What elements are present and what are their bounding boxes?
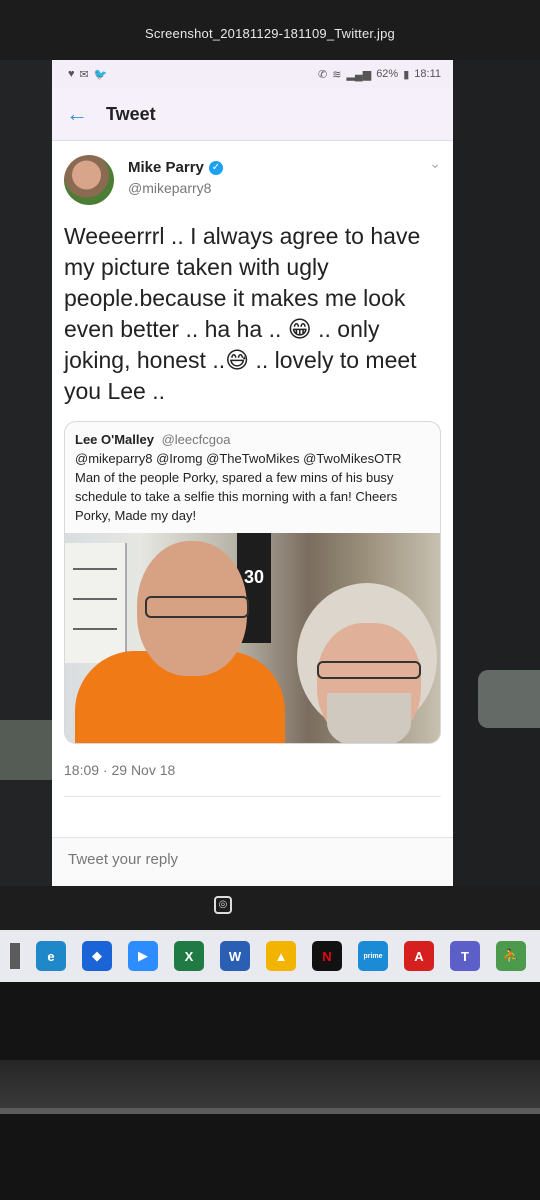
chevron-down-icon[interactable]: ⌄ (429, 155, 441, 172)
monitor-top-bezel: Screenshot_20181129-181109_Twitter.jpg (0, 0, 540, 60)
laptop-lip (0, 1108, 540, 1114)
quoted-author-name: Lee O'Malley (75, 432, 154, 447)
dropbox-icon[interactable]: ◆ (82, 941, 112, 971)
quoted-tweet-photo[interactable]: 30 (65, 533, 440, 743)
desktop-background-right (453, 60, 540, 930)
quoted-author-handle: @leecfcgoa (161, 432, 231, 447)
zoom-icon[interactable]: ▶ (128, 941, 158, 971)
netflix-icon[interactable]: N (312, 941, 342, 971)
page-title: Tweet (106, 103, 156, 124)
word-icon[interactable]: W (220, 941, 250, 971)
acrobat-icon[interactable]: A (404, 941, 434, 971)
tweet-text: Weeeerrrl .. I always agree to have my p… (64, 223, 421, 404)
tweet-timestamp: 18:09 · 29 Nov 18 (64, 762, 441, 797)
avatar[interactable] (64, 155, 114, 205)
excel-icon[interactable]: X (174, 941, 204, 971)
signal-icon: ▂▄▆ (346, 68, 372, 81)
phone-screenshot: ♥ ✉ 🐦 ✆ ≋ ▂▄▆ 62% ▮ 18:11 ← Tweet Mike P… (52, 60, 453, 886)
app-bar: ← Tweet (52, 88, 453, 141)
back-arrow-icon[interactable]: ← (66, 101, 106, 127)
edge-icon[interactable]: e (36, 941, 66, 971)
status-time: 18:11 (414, 68, 441, 80)
wifi-icon: ≋ (332, 68, 342, 81)
battery-percentage: 62% (376, 68, 399, 80)
desktop-background-left (0, 60, 52, 930)
monitor-bezel: ◎ (0, 886, 540, 930)
photo-person-left (75, 541, 285, 743)
laptop-hinge (0, 1060, 540, 1110)
tweet-author: Mike Parry ✓ @mikeparry8 (64, 155, 441, 205)
twitter-icon: 🐦 (93, 68, 108, 81)
teams-icon[interactable]: T (450, 941, 480, 971)
reply-bar (52, 837, 453, 886)
tweet: Mike Parry ✓ @mikeparry8 ⌄ Weeeerrrl .. … (52, 141, 453, 797)
screenshot-capture-icon[interactable]: ◎ (214, 896, 232, 914)
files-icon[interactable]: ▲ (266, 941, 296, 971)
mail-icon: ✉ (79, 68, 89, 81)
image-viewer-title: Screenshot_20181129-181109_Twitter.jpg (145, 26, 395, 41)
quoted-tweet-text: @mikeparry8 @Iromg @TheTwoMikes @TwoMike… (75, 451, 402, 523)
prime-video-icon[interactable]: prime (358, 941, 388, 971)
photo-person-right (297, 583, 440, 743)
taskbar: e ◆ ▶ X W ▲ N prime A T ⛹ (0, 930, 540, 982)
reply-input[interactable] (66, 850, 370, 869)
battery-icon: ▮ (403, 68, 410, 81)
verified-badge-icon: ✓ (208, 160, 223, 175)
taskbar-partial-icon (10, 943, 20, 969)
status-bar: ♥ ✉ 🐦 ✆ ≋ ▂▄▆ 62% ▮ 18:11 (52, 60, 453, 88)
call-icon: ✆ (318, 68, 328, 81)
quoted-tweet[interactable]: Lee O'Malley @leecfcgoa @mikeparry8 @Iro… (64, 421, 441, 744)
heart-icon: ♥ (68, 68, 75, 80)
author-name[interactable]: Mike Parry (128, 159, 204, 176)
author-handle[interactable]: @mikeparry8 (128, 180, 223, 196)
desktop-glare (478, 670, 540, 728)
runner-app-icon[interactable]: ⛹ (496, 941, 526, 971)
